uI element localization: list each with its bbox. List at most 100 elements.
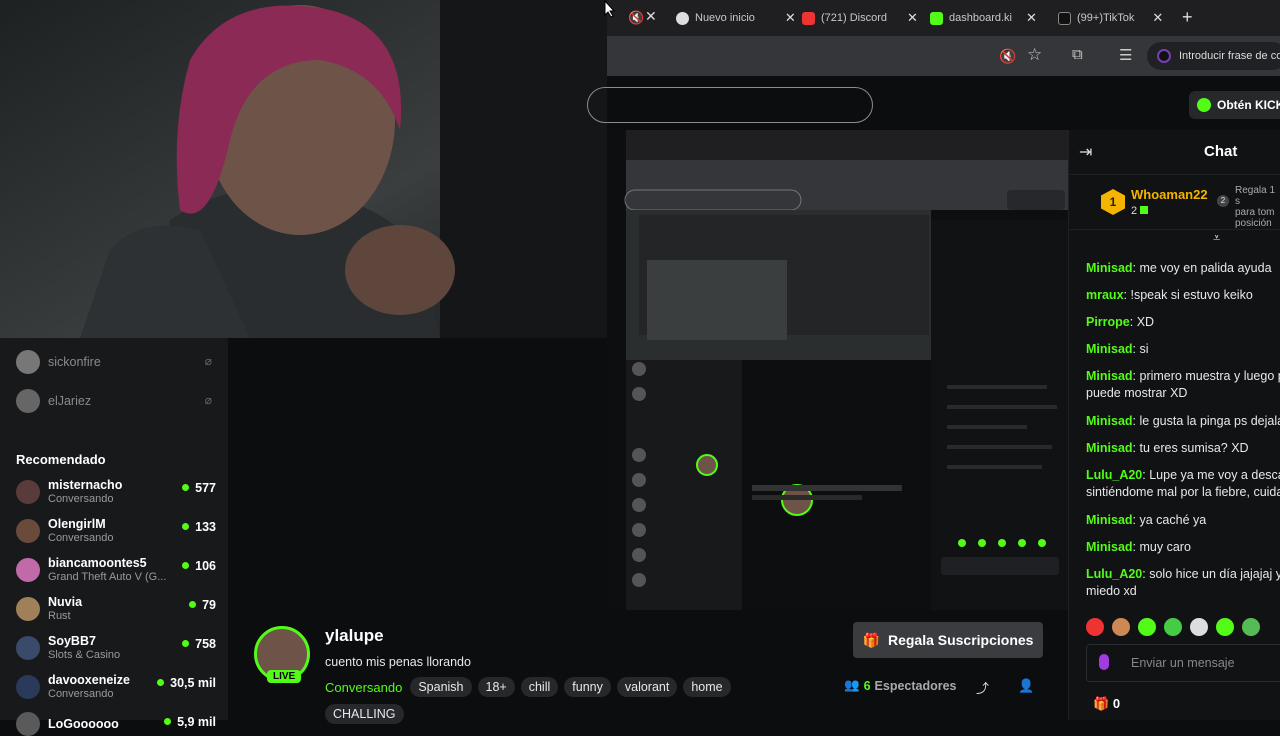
chrome-icon xyxy=(676,12,689,25)
chat-message: Minisad: muy caro xyxy=(1086,539,1280,556)
close-icon[interactable]: ✕ xyxy=(785,10,796,26)
discord-icon xyxy=(802,12,815,25)
gift-subs-button[interactable]: 🎁 Regala Suscripciones xyxy=(853,622,1043,658)
chat-text-continued: miedo xd xyxy=(1086,584,1137,598)
chat-username[interactable]: Lulu_A20 xyxy=(1086,567,1142,581)
follow-user-icon[interactable]: 👤 xyxy=(1018,678,1034,694)
viewer-count: 30,5 mil xyxy=(157,676,216,690)
emote-icon[interactable] xyxy=(1138,618,1156,636)
new-tab-icon[interactable]: + xyxy=(1182,7,1193,28)
mute-site-icon[interactable]: 🔇 xyxy=(999,48,1016,65)
search-input[interactable] xyxy=(587,87,873,123)
expand-pinned-icon[interactable]: ⩡ xyxy=(1213,230,1220,246)
chat-username[interactable]: Lulu_A20 xyxy=(1086,468,1142,482)
tags-row: Conversando Spanish 18+ chill funny valo… xyxy=(325,677,737,697)
chat-message: Minisad: tu eres sumisa? XD xyxy=(1086,440,1280,457)
chat-text: ya caché ya xyxy=(1140,513,1207,527)
collapse-chat-icon[interactable]: ⇥ xyxy=(1079,142,1092,162)
tag[interactable]: Spanish xyxy=(410,677,471,697)
reading-list-icon[interactable]: ☰ xyxy=(1119,46,1132,64)
viewer-count: 133 xyxy=(182,520,216,534)
sidebar-item-recommended[interactable]: OlengirlMConversando133 xyxy=(16,517,216,545)
chat-username[interactable]: mraux xyxy=(1086,288,1124,302)
sidebar-item-recommended[interactable]: SoyBB7Slots & Casino758 xyxy=(16,634,216,662)
avatar xyxy=(16,350,40,374)
chat-message: Minisad: si xyxy=(1086,341,1280,358)
close-icon[interactable]: ✕ xyxy=(907,10,918,26)
emote-picker-icon[interactable] xyxy=(1099,654,1109,670)
bookmark-star-icon[interactable]: ☆ xyxy=(1027,45,1042,65)
chat-username[interactable]: Minisad xyxy=(1086,342,1133,356)
chat-input[interactable]: Enviar un mensaje xyxy=(1086,644,1280,682)
avatar xyxy=(16,675,40,699)
chat-message: Lulu_A20: Lupe ya me voy a descansintién… xyxy=(1086,467,1280,501)
channel-category: Rust xyxy=(48,609,82,623)
chat-username[interactable]: Minisad xyxy=(1086,441,1133,455)
chat-text: le gusta la pinga ps dejala xyxy=(1140,414,1280,428)
profile-icon xyxy=(1157,49,1171,63)
tag[interactable]: funny xyxy=(564,677,611,697)
viewer-count: 79 xyxy=(189,598,216,612)
get-kick-button[interactable]: Obtén KICK xyxy=(1189,91,1280,119)
tab-nuevo-inicio[interactable]: Nuevo inicio ✕ xyxy=(676,6,796,30)
sidebar-item-recommended[interactable]: misternachoConversando577 xyxy=(16,478,216,506)
channel-category: Grand Theft Auto V (G... xyxy=(48,570,166,584)
tag[interactable]: home xyxy=(683,677,730,697)
stream-title: cuento mis penas llorando xyxy=(325,655,471,669)
viewers-number: 6 xyxy=(864,679,871,693)
avatar xyxy=(16,480,40,504)
tab-discord[interactable]: (721) Discord✕ xyxy=(802,6,918,30)
tag[interactable]: CHALLING xyxy=(325,704,404,724)
channel-name[interactable]: ylalupe xyxy=(325,626,384,646)
extensions-icon[interactable]: ⧉ xyxy=(1072,46,1083,63)
tab-label: dashboard.ki xyxy=(949,12,1012,24)
sidebar-item-recommended[interactable]: LoGoooooo5,9 mil xyxy=(16,712,216,736)
chat-message: Minisad: me voy en palida ayuda xyxy=(1086,260,1280,277)
chat-username[interactable]: Pirrope xyxy=(1086,315,1130,329)
emote-icon[interactable] xyxy=(1242,618,1260,636)
gift-icon: 🎁 xyxy=(863,632,880,649)
chat-username[interactable]: Minisad xyxy=(1086,261,1133,275)
points-value: 0 xyxy=(1113,696,1120,711)
chat-username[interactable]: Minisad xyxy=(1086,513,1133,527)
sidebar-item-recommended[interactable]: biancamoontes5Grand Theft Auto V (G...10… xyxy=(16,556,216,584)
live-badge: LIVE xyxy=(267,670,301,683)
emote-icon[interactable] xyxy=(1086,618,1104,636)
tab-tiktok[interactable]: (99+)TikTok✕ xyxy=(1058,6,1163,30)
emote-icon[interactable] xyxy=(1190,618,1208,636)
tab-dashboard[interactable]: dashboard.ki ✕ xyxy=(930,6,1037,30)
tag[interactable]: chill xyxy=(521,677,559,697)
nested-stream-preview xyxy=(607,130,1068,610)
emote-icon[interactable] xyxy=(1112,618,1130,636)
channel-category: Conversando xyxy=(48,687,130,701)
pinned-user[interactable]: Whoaman22 xyxy=(1131,187,1208,202)
close-icon[interactable]: ✕ xyxy=(1026,10,1037,26)
webcam-feed xyxy=(0,0,607,338)
emote-icon[interactable] xyxy=(1216,618,1234,636)
emote-icon[interactable] xyxy=(1164,618,1182,636)
muted-tab-icon[interactable]: 🔇 xyxy=(628,10,644,26)
share-icon[interactable]: ⤴ xyxy=(976,678,989,697)
offline-icon: ⌀ xyxy=(205,393,212,407)
chat-username[interactable]: Minisad xyxy=(1086,540,1133,554)
category-link[interactable]: Conversando xyxy=(325,680,402,695)
close-icon[interactable]: ✕ xyxy=(1152,10,1163,26)
channel-name: LoGoooooo xyxy=(48,717,119,731)
tab-label: Nuevo inicio xyxy=(695,12,755,24)
points-counter[interactable]: 🎁 0 xyxy=(1093,696,1120,712)
close-tab-icon[interactable]: ✕ xyxy=(645,8,657,25)
gift-subs-label: Regala Suscripciones xyxy=(888,632,1034,648)
sidebar-item-recommended[interactable]: davooxeneizeConversando30,5 mil xyxy=(16,673,216,701)
chat-message: Lulu_A20: solo hice un día jajajaj y lmi… xyxy=(1086,566,1280,600)
sidebar-item-recommended[interactable]: NuviaRust79 xyxy=(16,595,216,623)
chat-username[interactable]: Minisad xyxy=(1086,369,1133,383)
channel-name: SoyBB7 xyxy=(48,634,120,648)
channel-name: OlengirlM xyxy=(48,517,113,531)
tag[interactable]: 18+ xyxy=(478,677,515,697)
chat-username[interactable]: Minisad xyxy=(1086,414,1133,428)
chat-text: XD xyxy=(1137,315,1154,329)
sidebar-item-eljariez[interactable]: elJariez ⌀ xyxy=(16,389,216,413)
profile-passphrase-chip[interactable]: Introducir frase de co xyxy=(1147,42,1280,70)
tag[interactable]: valorant xyxy=(617,677,677,697)
sidebar-item-sickonfire[interactable]: sickonfire ⌀ xyxy=(16,350,216,374)
